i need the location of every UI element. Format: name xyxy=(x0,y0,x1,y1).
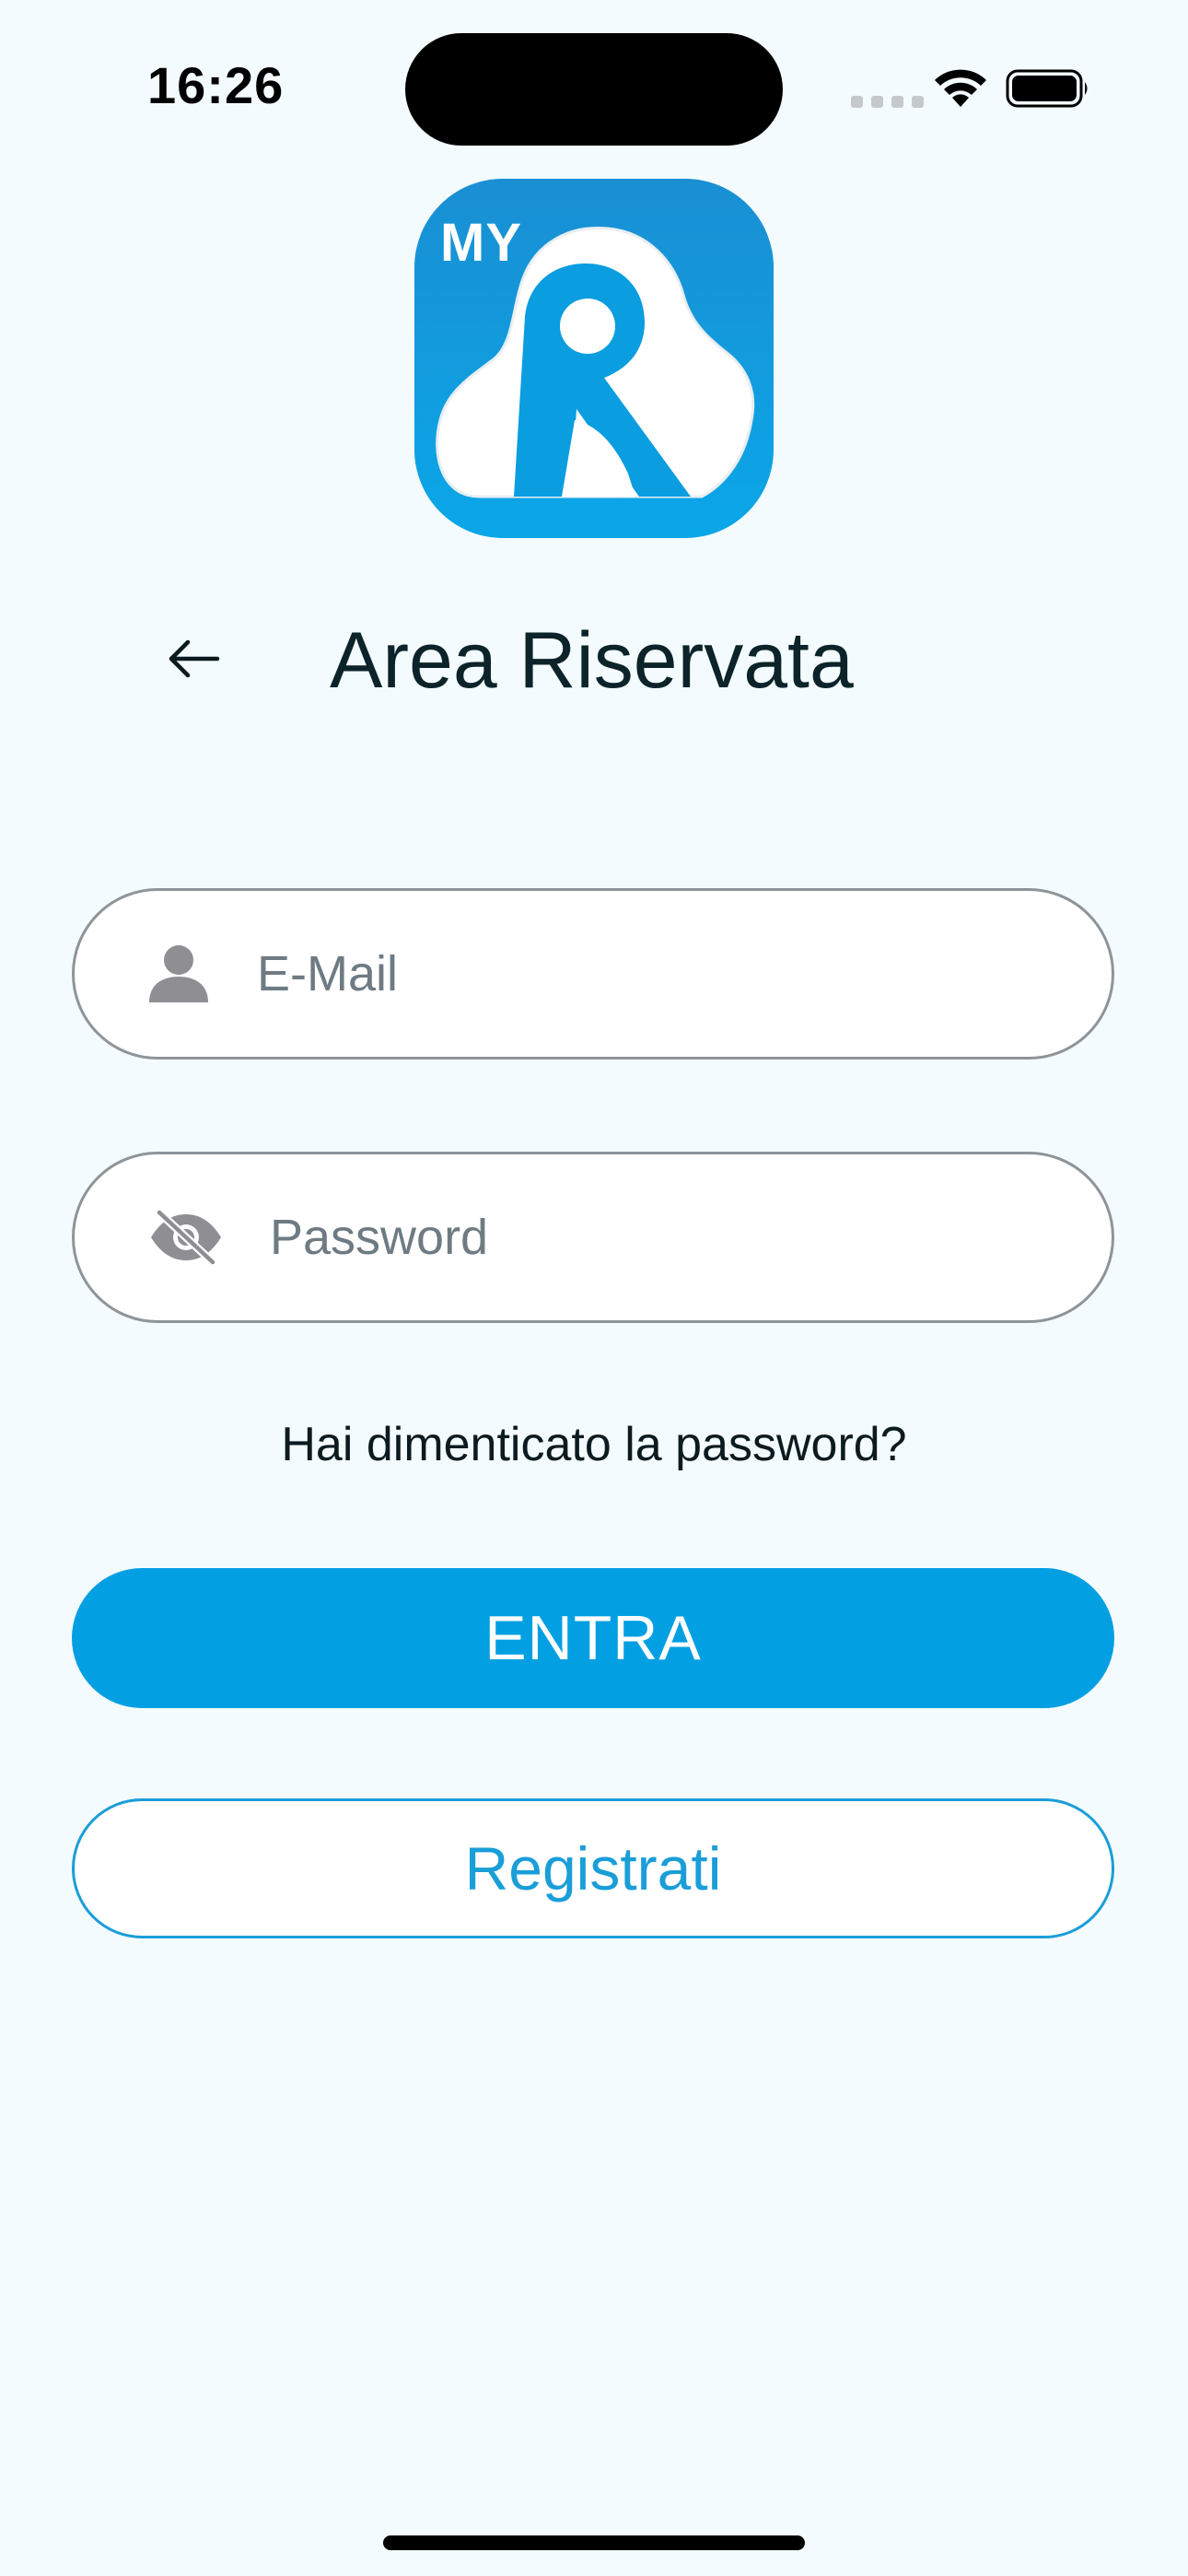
home-indicator[interactable] xyxy=(383,2535,805,2550)
status-time: 16:26 xyxy=(147,56,285,114)
page-title: Area Riservata xyxy=(330,616,854,705)
login-button[interactable]: ENTRA xyxy=(72,1568,1114,1708)
wifi-icon xyxy=(935,69,986,107)
battery-icon xyxy=(1006,69,1088,108)
back-button[interactable] xyxy=(157,626,230,691)
person-icon xyxy=(149,945,208,1002)
logo-badge-text: MY xyxy=(440,213,522,273)
register-button[interactable]: Registrati xyxy=(72,1798,1114,1938)
app-logo: MY xyxy=(414,179,774,538)
cellular-signal-icon xyxy=(851,96,924,108)
login-screen: 16:26 MY Area Riservata E-Mail Hai dimen… xyxy=(0,0,1188,2576)
arrow-left-icon xyxy=(169,639,220,678)
dynamic-island xyxy=(405,33,783,146)
email-input[interactable] xyxy=(257,891,1067,1057)
eye-slash-icon[interactable] xyxy=(148,1209,224,1266)
password-input[interactable] xyxy=(270,1154,1067,1320)
forgot-password-link[interactable]: Hai dimenticato la password? xyxy=(0,1417,1188,1472)
password-field[interactable] xyxy=(72,1152,1114,1323)
email-field[interactable] xyxy=(72,888,1114,1060)
